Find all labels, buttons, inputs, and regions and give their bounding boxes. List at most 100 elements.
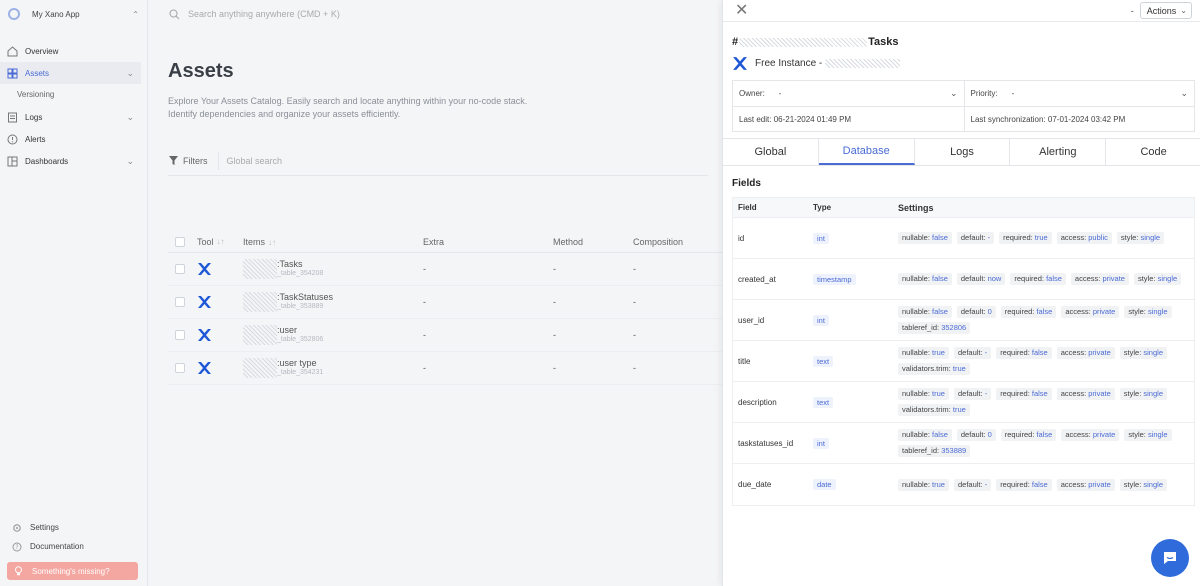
setting-key: default: [960,430,986,439]
field-row: created_at timestamp nullable: false defaul… [733,259,1194,300]
column-items[interactable]: Items ↓↑ [243,237,423,247]
sidebar-item-label: Dashboards [25,156,69,166]
sidebar-item-assets[interactable]: Assets ⌄ [0,62,141,84]
setting-key: style: [1128,430,1146,439]
search-icon [168,8,180,20]
last-edit: Last edit: 06-21-2024 01:49 PM [739,114,852,124]
row-tool [197,329,243,341]
table-row[interactable]: :user type _table_354231- - - [168,352,728,385]
setting-value: true [932,389,945,398]
tab-global[interactable]: Global [723,139,819,165]
setting-key: required: [1003,233,1033,242]
row-checkbox[interactable] [175,330,185,340]
priority-select[interactable]: Priority: - ⌄ [963,81,1195,106]
row-composition: - [633,297,636,307]
setting-key: tableref_id: [902,323,940,332]
close-icon[interactable]: ✕ [735,0,1131,22]
table-row[interactable]: :Tasks _table_354208- - - [168,253,728,286]
row-composition: - [633,330,636,340]
setting-value: public [1088,233,1108,242]
table-row[interactable]: :user _table_352806- - - [168,319,728,352]
setting-key: required: [1004,307,1035,316]
tab-code[interactable]: Code [1106,139,1200,165]
setting-value: private [1088,479,1111,489]
fields-table: Field Type Settings id int nullable: false… [732,197,1195,506]
setting-chip: validators.trim: true [898,404,970,416]
sidebar-item-overview[interactable]: Overview [0,40,141,62]
table-search-input[interactable]: Global search [227,156,283,166]
row-checkbox[interactable] [175,297,185,307]
tab-logs[interactable]: Logs [915,139,1011,165]
asset-title: # Tasks [732,36,899,48]
column-tool[interactable]: Tool ↓↑ [197,237,243,247]
setting-key: nullable: [902,274,930,283]
setting-chip: default: now [956,273,1006,285]
setting-key: nullable: [902,307,930,316]
table-row[interactable]: :TaskStatuses _table_353889- - - [168,286,728,319]
row-composition: - [633,363,636,373]
select-all-checkbox[interactable] [175,236,185,247]
actions-dropdown[interactable]: Actions ⌄ [1139,2,1192,19]
setting-key: default: [960,274,986,283]
row-checkbox[interactable] [175,264,185,274]
setting-chip: required: true [999,232,1052,244]
setting-key: style: [1123,348,1142,357]
setting-key: nullable: [902,348,930,357]
row-item[interactable]: :user type _table_354231 [243,358,423,378]
setting-chip: access: private [1070,273,1129,285]
chevron-down-icon: ⌄ [126,67,134,78]
sidebar-item-logs[interactable]: Logs ⌄ [0,106,141,128]
setting-chip: style: single [1119,347,1167,359]
app-switcher[interactable]: My Xano App ⌃ [0,0,147,28]
setting-chip: default: - [953,388,992,400]
setting-value: 352806 [941,323,967,332]
tab-database[interactable]: Database [818,139,915,165]
main-content: Search anything anywhere (CMD + K) Asset… [148,0,728,586]
setting-chip: nullable: false [898,429,952,441]
xano-logo-icon [198,329,211,341]
row-extra: - [423,330,426,340]
field-name: created_at [738,274,776,284]
sidebar-item-alerts[interactable]: Alerts [0,128,141,150]
row-item[interactable]: :user _table_352806 [243,325,423,345]
row-item[interactable]: :Tasks _table_354208 [243,259,423,279]
settings-label: Settings [30,523,59,532]
something-missing-button[interactable]: Something's missing? [7,562,138,580]
setting-key: validators.trim: [902,364,951,373]
sidebar-item-label: Overview [25,46,59,56]
setting-chip: access: private [1056,478,1115,491]
assets-table: Tool ↓↑ Items ↓↑ Extra Method Composition … [168,231,728,385]
setting-key: required: [1014,274,1044,283]
row-checkbox[interactable] [175,363,185,373]
tab-alerting[interactable]: Alerting [1010,139,1107,165]
settings-link[interactable]: Settings [0,518,148,537]
setting-key: required: [1000,479,1030,489]
owner-select[interactable]: Owner: - ⌄ [733,81,964,106]
sidebar-item-dashboards[interactable]: Dashboards ⌄ [0,150,141,172]
filters-button[interactable]: Filters [168,151,219,170]
setting-value: private [1088,389,1111,398]
sidebar: My Xano App ⌃ Overview Assets ⌄ Versioning L… [0,0,148,586]
documentation-link[interactable]: ? Documentation [0,537,148,556]
chat-button[interactable] [1151,539,1189,577]
grid-icon [7,68,18,79]
field-row: user_id int nullable: false default: 0 requi… [733,300,1194,341]
setting-value: false [1036,307,1053,316]
setting-value: false [932,307,948,316]
setting-value: private [1088,348,1111,357]
type-chip: int [813,232,829,244]
asset-title-suffix: Tasks [868,36,899,48]
global-search-bar[interactable]: Search anything anywhere (CMD + K) [148,0,722,28]
sidebar-item-versioning[interactable]: Versioning [0,84,147,106]
row-item[interactable]: :TaskStatuses _table_353889 [243,292,423,312]
filter-bar: Filters Global search [168,146,708,176]
sidebar-item-label: Logs [25,112,43,122]
column-method: Method [553,236,584,247]
setting-chip: tableref_id: 353889 [898,445,971,457]
field-type: int [813,437,898,449]
instance-info: Free Instance - [732,57,901,70]
app-name: My Xano App [32,9,80,19]
field-row: taskstatuses_id int nullable: false default… [733,423,1194,464]
chevron-updown-icon: ⌃ [132,9,139,19]
row-item-name: :Tasks [277,259,303,269]
